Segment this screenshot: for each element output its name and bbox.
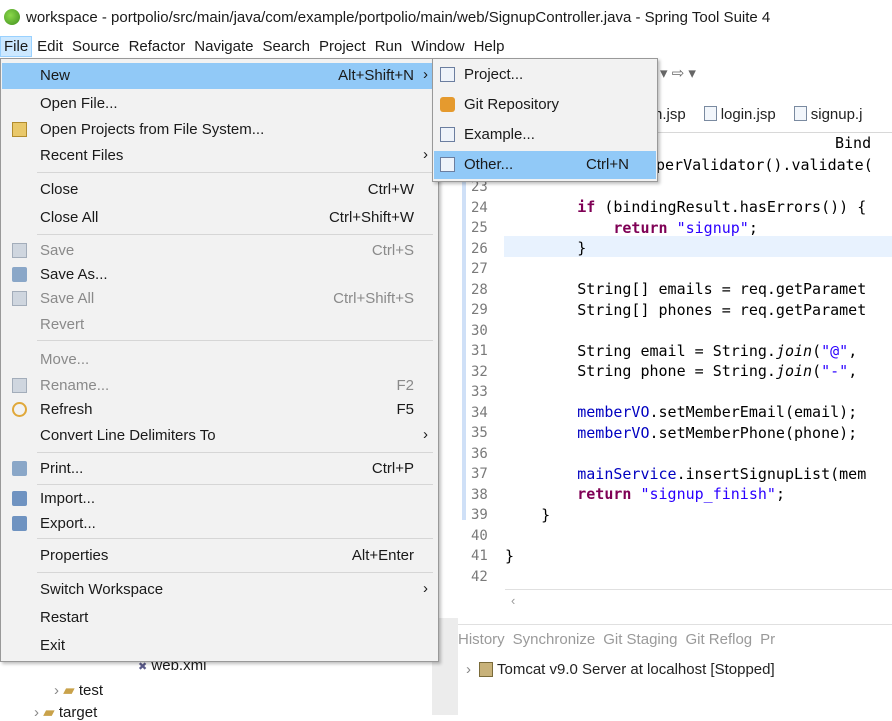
- bottom-panel-tabs: History Synchronize Git Staging Git Refl…: [458, 624, 892, 653]
- submenu-item-other[interactable]: Other... Ctrl+N: [434, 151, 656, 179]
- menu-item-save[interactable]: Save Ctrl+S: [2, 238, 436, 264]
- code-line-validator: perValidator().validate(: [656, 156, 873, 174]
- window-titlebar: workspace - portpolio/src/main/java/com/…: [0, 0, 892, 34]
- menu-separator: [37, 172, 433, 173]
- save-icon: [12, 243, 27, 258]
- tab-synchronize[interactable]: Synchronize: [513, 631, 596, 648]
- menu-item-exit[interactable]: Exit: [2, 633, 436, 659]
- new-wizard-icon: [440, 157, 455, 172]
- menu-item-export[interactable]: Export...: [2, 511, 436, 537]
- open-folder-icon: [12, 122, 27, 137]
- tree-item-test[interactable]: › ▰ test: [54, 681, 103, 699]
- tab-problems[interactable]: Pr: [760, 631, 775, 648]
- menu-separator: [37, 538, 433, 539]
- menu-file[interactable]: File: [0, 35, 33, 57]
- scroll-left-arrow-icon[interactable]: ‹: [511, 593, 515, 608]
- tab-git-reflog[interactable]: Git Reflog: [685, 631, 752, 648]
- folder-icon: ▰: [63, 682, 75, 699]
- menu-item-properties[interactable]: Properties Alt+Enter: [2, 543, 436, 569]
- package-explorer: ✖ web.xml › ▰ test › ▰ target: [0, 655, 432, 721]
- menu-item-convert-line-delimiters[interactable]: Convert Line Delimiters To ›: [2, 423, 436, 449]
- save-as-icon: [12, 267, 27, 282]
- code-line-bind: Bind: [835, 134, 872, 152]
- menu-item-print[interactable]: Print... Ctrl+P: [2, 456, 436, 482]
- menu-item-open-file[interactable]: Open File...: [2, 91, 436, 117]
- menu-edit[interactable]: Edit: [33, 36, 67, 57]
- menu-item-close[interactable]: Close Ctrl+W: [2, 177, 436, 203]
- tab-n-jsp[interactable]: n.jsp: [654, 106, 686, 123]
- rename-icon: [12, 378, 27, 393]
- file-menu: New Alt+Shift+N › Open File... Open Proj…: [0, 58, 439, 662]
- editor-nav-arrows[interactable]: ▾ ⇨ ▾: [660, 64, 696, 82]
- tab-history[interactable]: History: [458, 631, 505, 648]
- submenu-arrow-icon: ›: [423, 426, 428, 443]
- horizontal-scrollbar[interactable]: ‹: [505, 589, 892, 612]
- server-label: Tomcat v9.0 Server at localhost [Stopped…: [497, 660, 775, 678]
- spring-logo-icon: [4, 9, 20, 25]
- file-icon: [703, 105, 717, 121]
- submenu-item-project[interactable]: Project...: [434, 61, 656, 89]
- chevron-right-icon[interactable]: ›: [54, 682, 59, 699]
- refresh-icon: [12, 402, 27, 417]
- tree-item-target[interactable]: › ▰ target: [34, 703, 97, 721]
- export-icon: [12, 516, 27, 531]
- submenu-arrow-icon: ›: [423, 146, 428, 163]
- window-title: workspace - portpolio/src/main/java/com/…: [26, 8, 771, 26]
- xml-file-icon: ✖: [138, 661, 148, 673]
- menu-item-rename[interactable]: Rename... F2: [2, 373, 436, 399]
- line-numbers: 23 24 25 26 27 28 29 30 31 32 33 34 35 3…: [471, 179, 488, 585]
- menu-item-save-all[interactable]: Save All Ctrl+Shift+S: [2, 286, 436, 312]
- menu-item-restart[interactable]: Restart: [2, 605, 436, 631]
- menu-separator: [37, 572, 433, 573]
- submenu-arrow-icon: ›: [423, 66, 428, 83]
- tab-git-staging[interactable]: Git Staging: [603, 631, 677, 648]
- import-icon: [12, 491, 27, 506]
- menu-item-refresh[interactable]: Refresh F5: [2, 397, 436, 423]
- change-ruler: [462, 180, 466, 520]
- tomcat-server-icon: [479, 661, 493, 677]
- new-submenu: Project... Git Repository Example... Oth…: [432, 58, 658, 182]
- menu-item-close-all[interactable]: Close All Ctrl+Shift+W: [2, 205, 436, 231]
- tab-login-jsp[interactable]: login.jsp: [703, 105, 776, 123]
- menu-item-save-as[interactable]: Save As...: [2, 262, 436, 288]
- menu-item-revert[interactable]: Revert: [2, 312, 436, 338]
- menu-help[interactable]: Help: [470, 36, 509, 57]
- menu-refactor[interactable]: Refactor: [125, 36, 190, 57]
- menu-separator: [37, 234, 433, 235]
- chevron-right-icon[interactable]: ›: [34, 704, 39, 721]
- server-row[interactable]: › Tomcat v9.0 Server at localhost [Stopp…: [458, 654, 892, 684]
- menu-run[interactable]: Run: [371, 36, 407, 57]
- submenu-item-git-repository[interactable]: Git Repository: [434, 91, 656, 119]
- tab-signup-jsp[interactable]: signup.j: [793, 105, 862, 123]
- menu-item-import[interactable]: Import...: [2, 486, 436, 512]
- menu-search[interactable]: Search: [258, 36, 314, 57]
- menu-item-move[interactable]: Move...: [2, 347, 436, 373]
- menu-navigate[interactable]: Navigate: [190, 36, 257, 57]
- save-all-icon: [12, 291, 27, 306]
- new-project-icon: [440, 67, 455, 82]
- menubar: File Edit Source Refactor Navigate Searc…: [0, 34, 892, 58]
- git-repository-icon: [440, 97, 455, 112]
- folder-icon: ▰: [43, 704, 55, 721]
- print-icon: [12, 461, 27, 476]
- menu-separator: [37, 452, 433, 453]
- code-block[interactable]: if (bindingResult.hasErrors()) { return …: [505, 197, 866, 566]
- menu-window[interactable]: Window: [407, 36, 468, 57]
- submenu-item-example[interactable]: Example...: [434, 121, 656, 149]
- new-example-icon: [440, 127, 455, 142]
- menu-item-new[interactable]: New Alt+Shift+N ›: [2, 63, 436, 89]
- menu-item-open-projects[interactable]: Open Projects from File System...: [2, 117, 436, 143]
- menu-project[interactable]: Project: [315, 36, 370, 57]
- menu-source[interactable]: Source: [68, 36, 124, 57]
- expand-chevron-icon[interactable]: ›: [466, 661, 471, 678]
- submenu-arrow-icon: ›: [423, 580, 428, 597]
- menu-separator: [37, 484, 433, 485]
- menu-item-switch-workspace[interactable]: Switch Workspace ›: [2, 577, 436, 603]
- file-icon: [793, 105, 807, 121]
- menu-separator: [37, 340, 433, 341]
- menu-item-recent-files[interactable]: Recent Files ›: [2, 143, 436, 169]
